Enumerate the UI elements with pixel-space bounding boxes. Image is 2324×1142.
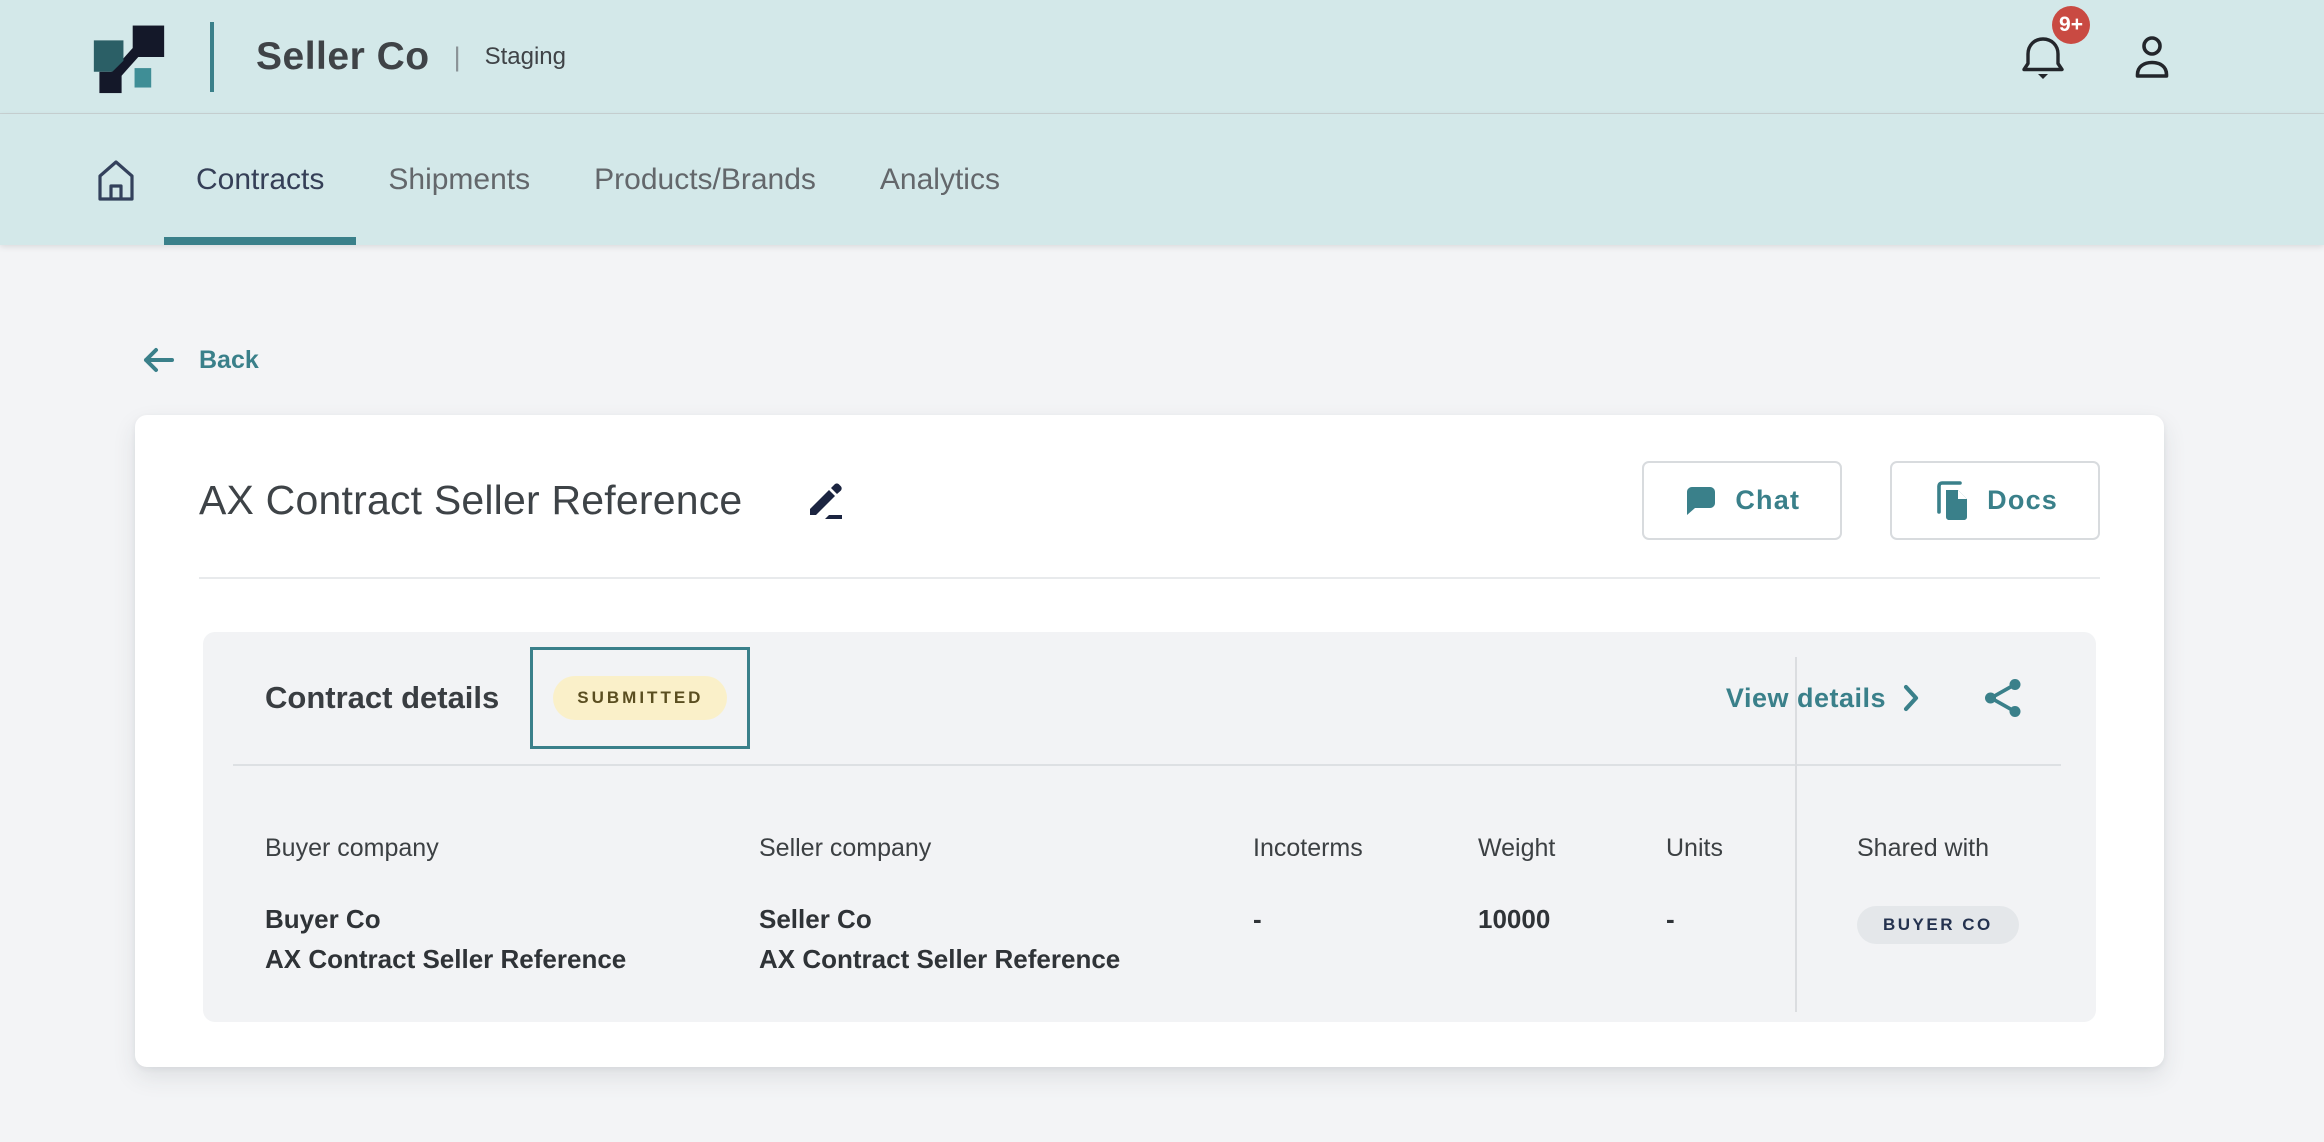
tab-label: Contracts [196, 163, 324, 197]
status-badge: SUBMITTED [553, 676, 727, 720]
tab-label: Products/Brands [594, 163, 816, 197]
field-label: Seller company [759, 834, 1253, 863]
notifications-button[interactable]: 9+ [2020, 32, 2066, 82]
details-header: Contract details SUBMITTED View details [203, 632, 2096, 764]
buyer-company-value: Buyer Co [265, 899, 759, 939]
chat-icon [1684, 484, 1718, 517]
tab-analytics[interactable]: Analytics [848, 114, 1032, 245]
field-units: Units - [1666, 834, 1795, 939]
view-details-label: View details [1726, 683, 1886, 714]
field-label: Units [1666, 834, 1795, 863]
tab-shipments[interactable]: Shipments [356, 114, 562, 245]
contract-card: AX Contract Seller Reference Chat [135, 415, 2164, 1067]
contract-details-panel: Contract details SUBMITTED View details [203, 632, 2096, 1022]
home-button[interactable] [95, 157, 137, 203]
field-label: Shared with [1857, 834, 2019, 863]
shared-with-badge: BUYER CO [1857, 906, 2019, 944]
chat-label: Chat [1735, 485, 1800, 516]
share-icon [1984, 678, 2022, 718]
brand: Seller Co | Staging [90, 20, 566, 94]
share-button[interactable] [1984, 678, 2022, 718]
field-label: Weight [1478, 834, 1666, 863]
top-header: Seller Co | Staging 9+ [0, 0, 2324, 114]
view-details-link[interactable]: View details [1726, 683, 1920, 714]
docs-icon [1932, 480, 1970, 522]
tab-contracts[interactable]: Contracts [164, 114, 356, 245]
details-fields: Buyer company Buyer Co AX Contract Selle… [203, 766, 2096, 979]
company-logo-icon [90, 20, 168, 94]
incoterms-value: - [1253, 899, 1478, 939]
primary-nav: Contracts Shipments Products/Brands Anal… [0, 114, 2324, 245]
field-seller-company: Seller company Seller Co AX Contract Sel… [759, 834, 1253, 979]
notification-badge: 9+ [2052, 6, 2090, 44]
contract-title: AX Contract Seller Reference [199, 477, 742, 524]
brand-name: Seller Co [256, 35, 430, 79]
chat-button[interactable]: Chat [1642, 461, 1842, 540]
back-link[interactable]: Back [141, 345, 259, 375]
buyer-reference-value: AX Contract Seller Reference [265, 939, 759, 979]
brand-divider [210, 22, 214, 92]
seller-reference-value: AX Contract Seller Reference [759, 939, 1253, 979]
tab-products-brands[interactable]: Products/Brands [562, 114, 848, 245]
edit-pencil-icon [806, 481, 846, 521]
environment-label: Staging [485, 43, 566, 71]
units-value: - [1666, 899, 1795, 939]
tab-label: Analytics [880, 163, 1000, 197]
field-label: Buyer company [265, 834, 759, 863]
back-label: Back [199, 346, 259, 375]
docs-label: Docs [1987, 485, 2058, 516]
status-badge-container: SUBMITTED [530, 647, 750, 749]
edit-title-button[interactable] [806, 481, 846, 521]
field-incoterms: Incoterms - [1253, 834, 1478, 939]
account-button[interactable] [2132, 33, 2172, 81]
tab-label: Shipments [388, 163, 530, 197]
title-divider [199, 577, 2100, 579]
shared-with-divider [1795, 657, 1797, 1012]
person-icon [2132, 33, 2172, 81]
card-header: AX Contract Seller Reference Chat [135, 415, 2164, 540]
brand-separator: | [454, 42, 461, 73]
field-buyer-company: Buyer company Buyer Co AX Contract Selle… [265, 834, 759, 979]
field-label: Incoterms [1253, 834, 1478, 863]
field-shared-with: Shared with BUYER CO [1795, 834, 2019, 944]
header-actions: 9+ [2020, 32, 2324, 82]
docs-button[interactable]: Docs [1890, 461, 2100, 540]
chevron-right-icon [1902, 683, 1920, 713]
details-heading: Contract details [265, 680, 499, 716]
weight-value: 10000 [1478, 899, 1666, 939]
arrow-left-icon [141, 345, 175, 375]
seller-company-value: Seller Co [759, 899, 1253, 939]
page-content: Back AX Contract Seller Reference Chat [0, 345, 2324, 1067]
field-weight: Weight 10000 [1478, 834, 1666, 939]
home-icon [95, 157, 137, 203]
